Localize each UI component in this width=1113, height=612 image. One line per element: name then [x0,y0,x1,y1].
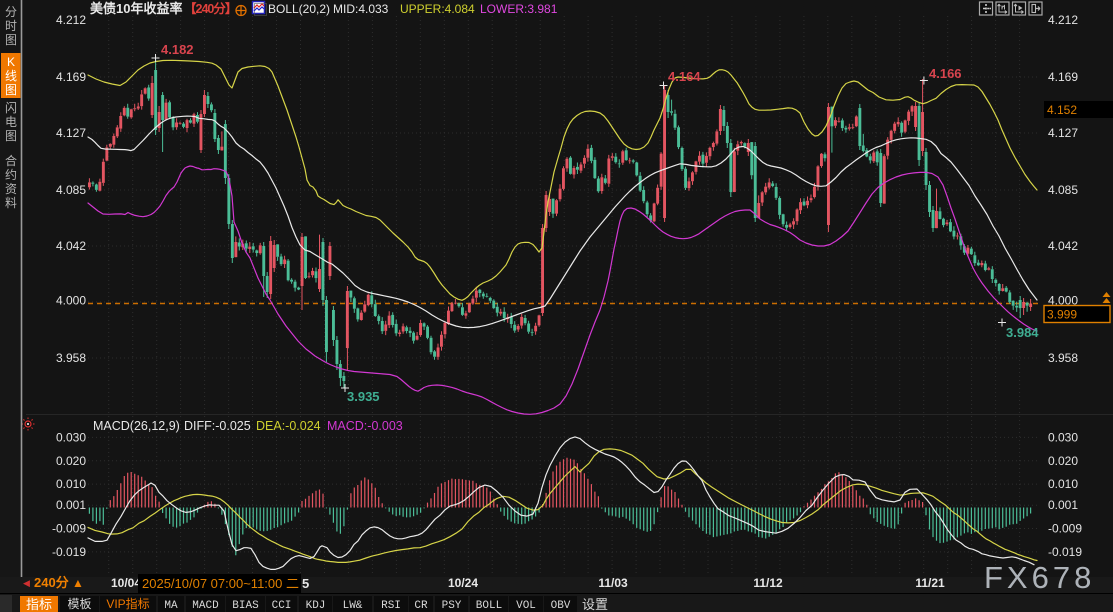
svg-text:UPPER:4.084: UPPER:4.084 [400,2,475,16]
svg-text:美债10年收益率: 美债10年收益率 [90,1,182,16]
svg-text:3.935: 3.935 [347,389,380,404]
svg-text:MACD:-0.003: MACD:-0.003 [327,419,403,433]
svg-text:11/03: 11/03 [598,576,628,590]
svg-text:240分: 240分 [34,575,69,590]
svg-text:设置: 设置 [582,597,608,612]
svg-text:料: 料 [5,196,17,210]
svg-text:▲: ▲ [72,576,84,590]
svg-text:闪: 闪 [5,101,17,115]
svg-text:4.169: 4.169 [1048,70,1078,84]
svg-text:MID:4.033: MID:4.033 [333,2,389,16]
svg-text:OBV: OBV [551,600,571,612]
svg-text:DEA:-0.024: DEA:-0.024 [256,419,321,433]
svg-text:10/24: 10/24 [448,576,478,590]
svg-text:3.958: 3.958 [56,351,86,365]
svg-text:4.152: 4.152 [1047,103,1077,117]
svg-text:KDJ: KDJ [306,600,326,612]
svg-text:时: 时 [5,19,17,33]
svg-text:图: 图 [5,33,17,47]
svg-text:-0.019: -0.019 [1048,545,1082,559]
svg-text:4.042: 4.042 [1048,239,1078,253]
svg-text:4.127: 4.127 [1048,126,1078,140]
svg-text:VIP指标: VIP指标 [106,596,149,611]
svg-text:【240分】: 【240分】 [184,1,236,16]
svg-text:4.000: 4.000 [56,294,86,308]
svg-text:PSY: PSY [442,600,462,612]
svg-text:0.010: 0.010 [56,477,86,491]
svg-text:合: 合 [5,153,17,168]
svg-text:4.085: 4.085 [56,183,86,197]
svg-text:指标: 指标 [26,597,52,612]
svg-text:3.999: 3.999 [1047,308,1077,322]
svg-text:4.164: 4.164 [668,69,701,84]
svg-text:BOLL: BOLL [476,600,502,612]
svg-text:4.166: 4.166 [929,66,962,81]
svg-text:分: 分 [5,5,17,19]
svg-text:0.001: 0.001 [1048,498,1078,512]
svg-text:-0.019: -0.019 [52,545,86,559]
svg-text:0.010: 0.010 [1048,477,1078,491]
svg-text:K: K [7,55,15,69]
svg-text:4.212: 4.212 [56,13,86,27]
svg-text:3.958: 3.958 [1048,351,1078,365]
svg-text:LW&: LW& [343,600,363,612]
svg-text:0.020: 0.020 [1048,454,1078,468]
svg-text:MACD(26,12,9): MACD(26,12,9) [93,419,180,433]
svg-text:线: 线 [5,69,17,83]
svg-text:VOL: VOL [516,600,536,612]
svg-text:BIAS: BIAS [232,600,259,612]
svg-text:图: 图 [5,129,17,143]
svg-text:CR: CR [414,600,428,612]
svg-text:11/12: 11/12 [753,576,783,590]
svg-text:11/21: 11/21 [915,576,945,590]
svg-text:0.030: 0.030 [1048,430,1078,444]
svg-text:10/04: 10/04 [111,576,141,590]
svg-text:FX678: FX678 [984,560,1095,595]
svg-text:电: 电 [5,115,17,129]
svg-text:2025/10/07 07:00~11:00 二: 2025/10/07 07:00~11:00 二 [142,576,299,591]
svg-text:MACD: MACD [192,600,219,612]
svg-text:4.042: 4.042 [56,239,86,253]
svg-text:资: 资 [5,182,17,196]
svg-text:模板: 模板 [67,597,91,611]
svg-text:BOLL(20,2): BOLL(20,2) [268,2,330,16]
svg-text:◀: ◀ [23,578,30,588]
svg-text:4.182: 4.182 [161,42,194,57]
svg-text:4.127: 4.127 [56,126,86,140]
svg-text:0.001: 0.001 [56,498,86,512]
svg-text:4.169: 4.169 [56,70,86,84]
svg-text:-0.009: -0.009 [52,522,86,536]
svg-text:0.020: 0.020 [56,454,86,468]
svg-text:约: 约 [5,167,17,182]
svg-text:3.984: 3.984 [1006,325,1039,340]
svg-text:RSI: RSI [381,600,401,612]
svg-text:0.030: 0.030 [56,430,86,444]
svg-text:4.212: 4.212 [1048,13,1078,27]
svg-text:MA: MA [164,600,178,612]
svg-text:DIFF:-0.025: DIFF:-0.025 [184,419,251,433]
svg-text:-0.009: -0.009 [1048,522,1082,536]
svg-text:5: 5 [302,576,309,591]
svg-text:图: 图 [5,83,17,97]
svg-text:LOWER:3.981: LOWER:3.981 [480,2,558,16]
svg-text:4.085: 4.085 [1048,183,1078,197]
svg-text:CCI: CCI [272,600,292,612]
